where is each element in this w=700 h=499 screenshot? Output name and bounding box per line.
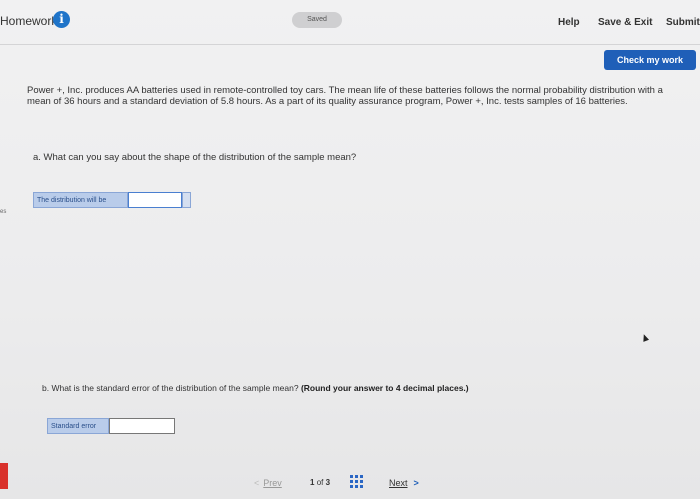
next-button[interactable]: Next >	[389, 478, 419, 488]
part-b-question: b. What is the standard error of the dis…	[42, 383, 469, 393]
homework-page: Homework i Saved Help Save & Exit Submit…	[0, 0, 700, 499]
red-side-tab[interactable]	[0, 463, 8, 489]
chevron-left-icon: <	[254, 478, 260, 488]
distribution-label: The distribution will be	[33, 192, 128, 208]
part-b-instruction: (Round your answer to 4 decimal places.)	[300, 383, 469, 393]
help-link[interactable]: Help	[558, 17, 580, 28]
prev-label: Prev	[263, 478, 282, 488]
saved-status-badge: Saved	[292, 12, 342, 28]
chevron-right-icon: >	[413, 478, 419, 488]
part-b-question-text: b. What is the standard error of the dis…	[42, 383, 299, 393]
page-indicator: 1 of 3	[310, 478, 330, 487]
distribution-select[interactable]	[128, 192, 182, 208]
page-of-label: of	[316, 478, 324, 487]
total-pages: 3	[325, 478, 331, 487]
side-marker: es	[0, 209, 7, 215]
prev-button[interactable]: < Prev	[254, 478, 282, 488]
standard-error-input[interactable]	[109, 418, 175, 434]
info-icon[interactable]: i	[53, 11, 70, 28]
mouse-cursor-icon	[640, 333, 650, 342]
save-exit-link[interactable]: Save & Exit	[598, 17, 652, 28]
standard-error-answer-row: Standard error	[47, 418, 177, 434]
question-text: Power +, Inc. produces AA batteries used…	[27, 85, 663, 107]
standard-error-label: Standard error	[47, 418, 109, 434]
dropdown-arrow-icon[interactable]	[182, 192, 191, 208]
next-label: Next	[389, 478, 408, 488]
part-a-question: a. What can you say about the shape of t…	[33, 152, 357, 163]
top-bar: Homework i Saved Help Save & Exit Submit	[0, 0, 700, 45]
check-my-work-button[interactable]: Check my work	[604, 50, 696, 70]
homework-title: Homework	[0, 14, 58, 28]
grid-icon[interactable]	[350, 475, 363, 488]
submit-link[interactable]: Submit	[666, 17, 700, 28]
distribution-answer-row: The distribution will be	[33, 192, 191, 208]
current-page: 1	[310, 478, 315, 487]
